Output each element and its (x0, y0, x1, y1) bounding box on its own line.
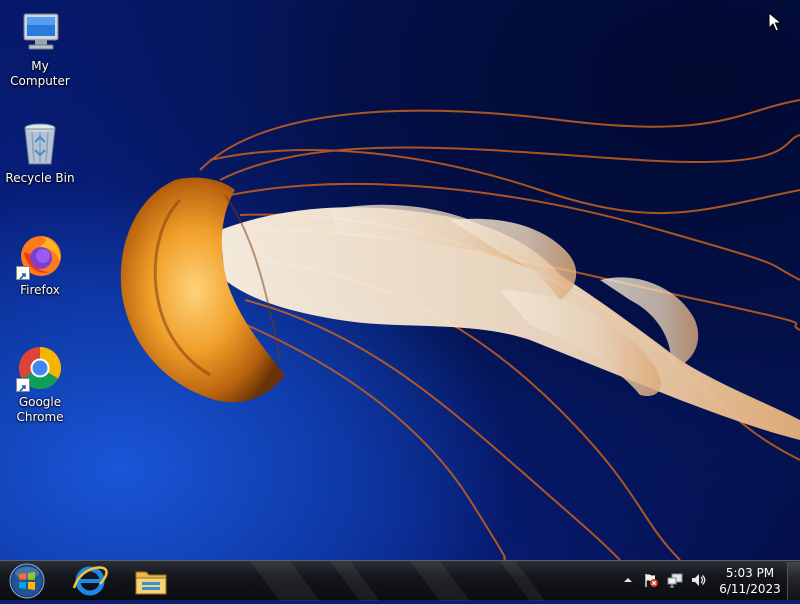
network-icon[interactable] (667, 572, 683, 588)
desktop-wallpaper[interactable]: My Computer Recycle Bin Firefox Google C… (0, 0, 800, 560)
internet-explorer-icon (72, 566, 108, 596)
shortcut-arrow-icon (16, 378, 30, 392)
desktop-icon-google-chrome[interactable]: Google Chrome (0, 344, 80, 425)
desktop-icon-firefox[interactable]: Firefox (0, 232, 80, 298)
taskbar: 5:03 PM 6/11/2023 (0, 560, 800, 601)
taskbar-clock[interactable]: 5:03 PM 6/11/2023 (712, 565, 788, 597)
taskbar-pinned-internet-explorer[interactable] (66, 562, 114, 600)
computer-icon (16, 8, 64, 56)
desktop-icon-my-computer[interactable]: My Computer (0, 8, 80, 89)
firefox-icon (16, 232, 64, 280)
desktop-icon-label: Recycle Bin (5, 171, 75, 185)
show-desktop-button[interactable] (787, 562, 800, 600)
windows-orb-icon (9, 563, 45, 599)
desktop-icon-label: Firefox (20, 283, 60, 297)
jellyfish-wallpaper-image (120, 99, 800, 560)
clock-date: 6/11/2023 (719, 582, 781, 596)
volume-icon[interactable] (690, 572, 706, 588)
mouse-pointer-icon (768, 12, 782, 32)
desktop-icon-label: Google Chrome (16, 395, 64, 424)
desktop-icon-recycle-bin[interactable]: Recycle Bin (0, 120, 80, 186)
desktop-icon-label: My Computer (10, 59, 70, 88)
clock-time: 5:03 PM (725, 566, 775, 580)
start-button[interactable] (4, 562, 50, 600)
show-hidden-icons-chevron[interactable] (620, 572, 636, 588)
chrome-icon (16, 344, 64, 392)
action-center-flag-icon[interactable] (643, 572, 659, 588)
file-explorer-icon (135, 571, 167, 595)
shortcut-arrow-icon (16, 266, 30, 280)
taskbar-pinned-file-explorer[interactable] (126, 562, 176, 600)
recycle-bin-icon (16, 120, 64, 168)
